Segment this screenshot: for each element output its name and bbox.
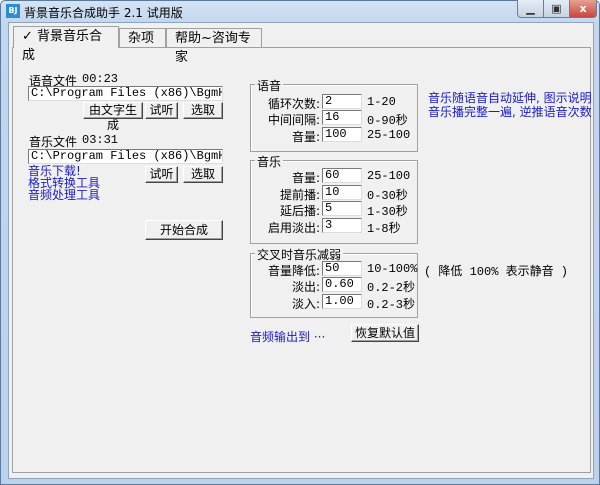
voice-group-row-label: 音量: — [291, 130, 320, 144]
tab-bgm-compose[interactable]: ✓ 背景音乐合成 — [13, 26, 119, 63]
music-group-row-range: 1-8秒 — [367, 222, 401, 236]
cross-group-row-range: 10-100% — [367, 262, 418, 276]
cross-group-row-label: 音量降低: — [267, 264, 320, 278]
cross-group-row-input[interactable]: 50 — [322, 261, 362, 276]
music-group-row-label: 延后播: — [279, 204, 320, 218]
generate-from-text-button[interactable]: 由文字生成 — [83, 102, 143, 132]
music-group-row-input[interactable]: 3 — [322, 218, 362, 233]
voice-group-row-range: 25-100 — [367, 128, 411, 142]
cross-group-row-range: 0.2-2秒 — [367, 281, 416, 295]
tab-help[interactable]: 帮助~咨询专家 — [166, 28, 262, 65]
voice-group-row-input[interactable]: 100 — [322, 127, 362, 142]
tab-misc[interactable]: 杂项 — [119, 28, 166, 47]
music-preview-button[interactable]: 试听 — [145, 166, 178, 183]
maximize-icon: ▣ — [551, 2, 562, 15]
note-line-2: 音乐播完整一遍, 逆推语音次数 — [428, 105, 592, 119]
music-file-label: 音乐文件 — [29, 135, 78, 149]
window-title: 背景音乐合成助手 2.1 试用版 — [24, 6, 183, 20]
music-duration: 03:31 — [82, 133, 119, 147]
restore-defaults-button[interactable]: 恢复默认值 — [351, 324, 419, 342]
voice-duration: 00:23 — [82, 72, 119, 86]
audio-output-link[interactable]: 音频输出到 ··· — [250, 328, 325, 345]
music-group-row-range: 25-100 — [367, 169, 411, 183]
music-group-row-range: 0-30秒 — [367, 189, 408, 203]
cross-group-row-label: 淡入: — [291, 297, 320, 311]
app-icon: BJ — [6, 4, 20, 18]
close-icon: x — [579, 2, 587, 15]
maximize-button[interactable]: ▣ — [543, 0, 570, 18]
voice-group-row-label: 循环次数: — [267, 97, 320, 111]
music-group-row-label: 提前播: — [279, 188, 320, 202]
voice-group-title: 语音 — [255, 77, 284, 94]
mute-note: ( 降低 100% 表示静音 ) — [424, 265, 569, 279]
music-group-row-input[interactable]: 10 — [322, 185, 362, 200]
music-group-row-label: 启用淡出: — [267, 221, 320, 235]
music-group-row-range: 1-30秒 — [367, 205, 408, 219]
start-compose-button[interactable]: 开始合成 — [145, 220, 223, 240]
close-button[interactable]: x — [569, 0, 597, 18]
voice-group-row-range: 1-20 — [367, 95, 396, 109]
minimize-icon: ▁ — [526, 2, 535, 15]
audio-tools-link[interactable]: 音频处理工具 — [28, 189, 100, 201]
cross-group-row-range: 0.2-3秒 — [367, 298, 416, 312]
voice-group-row-input[interactable]: 2 — [322, 94, 362, 109]
voice-file-path[interactable]: C:\Program Files (x86)\BgmHelper\mu: — [28, 86, 223, 101]
music-group-row-input[interactable]: 5 — [322, 201, 362, 216]
music-select-button[interactable]: 选取 — [183, 166, 223, 183]
voice-group-row-label: 中间间隔: — [267, 113, 320, 127]
music-file-path[interactable]: C:\Program Files (x86)\BgmHelper\mu: — [28, 149, 223, 164]
music-group-row-label: 音量: — [291, 171, 320, 185]
minimize-button[interactable]: ▁ — [517, 0, 544, 18]
voice-select-button[interactable]: 选取 — [183, 102, 223, 119]
cross-group-row-label: 淡出: — [291, 280, 320, 294]
voice-preview-button[interactable]: 试听 — [145, 102, 178, 119]
cross-group-row-input[interactable]: 1.00 — [322, 294, 362, 309]
voice-group-row-range: 0-90秒 — [367, 114, 408, 128]
voice-group-row-input[interactable]: 16 — [322, 110, 362, 125]
music-group-title: 音乐 — [255, 153, 284, 170]
music-group-row-input[interactable]: 60 — [322, 168, 362, 183]
cross-group-row-input[interactable]: 0.60 — [322, 277, 362, 292]
